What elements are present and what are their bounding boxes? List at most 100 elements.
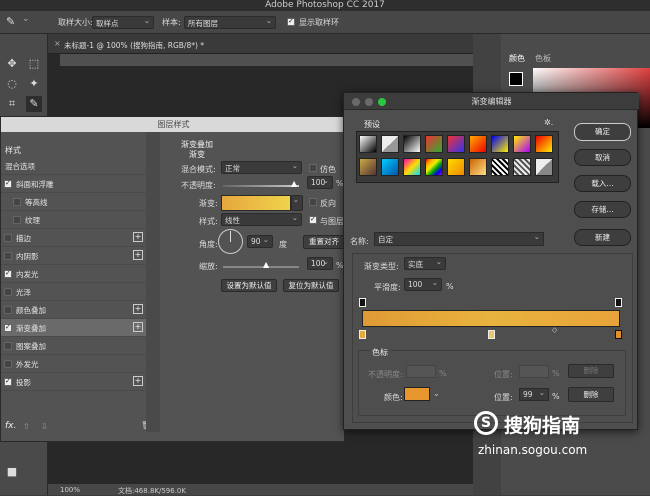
midpoint-diamond[interactable]: ◇ (552, 326, 557, 334)
eyedropper-icon[interactable]: ✎ (6, 15, 15, 28)
save-button[interactable]: 存储... (574, 201, 631, 218)
gradient-preset-swatch[interactable] (469, 158, 487, 176)
fx-button[interactable]: fx. (5, 421, 16, 431)
style-item[interactable]: 投影 + (1, 373, 146, 391)
style-item-checkbox[interactable] (4, 360, 12, 368)
style-item[interactable]: 内发光 (1, 265, 146, 283)
foreground-color-icon[interactable]: ■ (4, 464, 20, 480)
gradient-preset-swatch[interactable] (381, 158, 399, 176)
gradient-preset-swatch[interactable] (447, 135, 465, 153)
color-stop-middle[interactable] (488, 330, 495, 339)
color-stop-right[interactable] (615, 330, 622, 339)
gradient-preset-swatch[interactable] (359, 158, 377, 176)
gradient-preset-swatch[interactable] (359, 135, 377, 153)
gradient-preset-swatch[interactable] (403, 158, 421, 176)
add-style-button[interactable]: + (133, 232, 143, 242)
gradient-preset-swatch[interactable] (447, 158, 465, 176)
document-tab[interactable]: 未标题-1 @ 100% (搜狗指南, RGB/8*) * (64, 40, 204, 51)
style-item-checkbox[interactable] (4, 252, 12, 260)
align-with-layer-checkbox[interactable] (309, 215, 317, 224)
marquee-tool-icon[interactable]: ⬚ (26, 56, 42, 72)
gradient-preset-swatch[interactable] (425, 135, 443, 153)
gradient-preset-swatch[interactable] (469, 135, 487, 153)
reset-default-button[interactable]: 复位为默认值 (283, 279, 339, 292)
eyedropper-tool-icon[interactable]: ✎ (26, 96, 42, 112)
gradient-preset-swatch[interactable] (381, 135, 399, 153)
add-style-button[interactable]: + (133, 322, 143, 332)
style-item-checkbox[interactable] (13, 216, 21, 224)
style-item[interactable]: 图案叠加 (1, 337, 146, 355)
foreground-swatch[interactable] (509, 72, 523, 86)
style-item[interactable]: 渐变叠加 + (1, 319, 146, 337)
stop-color-swatch[interactable] (404, 387, 430, 401)
name-input[interactable]: 自定 (374, 232, 544, 246)
gradient-preset-swatch[interactable] (535, 135, 553, 153)
load-button[interactable]: 载入... (574, 175, 631, 192)
opacity-slider[interactable] (223, 185, 299, 187)
show-ring-checkbox[interactable] (287, 17, 295, 26)
gradient-preset-swatch[interactable] (513, 135, 531, 153)
style-item-checkbox[interactable] (4, 179, 12, 188)
style-item[interactable]: 外发光 (1, 355, 146, 373)
swatches-tab[interactable]: 色板 (535, 53, 551, 64)
blend-mode-select[interactable]: 正常 (221, 161, 302, 174)
window-close-button[interactable] (352, 98, 360, 106)
opacity-slider-handle[interactable]: ▲ (291, 179, 297, 188)
window-minimize-button[interactable] (365, 98, 373, 106)
presets-gear-icon[interactable]: ✲. (544, 118, 553, 127)
style-item[interactable]: 混合选项 (1, 157, 146, 175)
style-item-checkbox[interactable] (4, 234, 12, 242)
style-item[interactable]: 光泽 (1, 283, 146, 301)
add-style-button[interactable]: + (133, 304, 143, 314)
stop-color-chevron-icon[interactable]: ⌄ (433, 389, 440, 398)
color-tab[interactable]: 颜色 (509, 53, 525, 64)
lasso-tool-icon[interactable]: ◌ (4, 76, 20, 92)
angle-input[interactable]: 90 (247, 235, 273, 248)
style-item[interactable]: 等高线 (1, 193, 146, 211)
scale-input[interactable]: 100 (307, 257, 333, 270)
add-style-button[interactable]: + (133, 376, 143, 386)
reverse-checkbox[interactable] (309, 198, 317, 206)
gradient-dropdown[interactable] (291, 195, 303, 211)
style-item[interactable]: 斜面和浮雕 (1, 175, 146, 193)
smoothness-select[interactable]: 100 (404, 278, 442, 291)
set-default-button[interactable]: 设置为默认值 (221, 279, 277, 292)
dither-checkbox[interactable] (309, 164, 317, 172)
style-item-checkbox[interactable] (4, 377, 12, 386)
opacity-stop-left[interactable] (359, 298, 366, 307)
style-item[interactable]: 描边 + (1, 229, 146, 247)
style-item-checkbox[interactable] (13, 198, 21, 206)
scale-slider[interactable] (223, 266, 299, 268)
window-zoom-button[interactable] (378, 98, 386, 106)
move-up-icon[interactable]: ⇧ (23, 422, 30, 431)
color-stop-left[interactable] (359, 330, 366, 339)
style-item-checkbox[interactable] (4, 269, 12, 278)
delete-color-stop-button[interactable]: 删除 (568, 387, 614, 402)
gradient-preset-swatch[interactable] (491, 135, 509, 153)
move-down-icon[interactable]: ⇩ (41, 422, 48, 431)
gradient-preset-swatch[interactable] (425, 158, 443, 176)
cancel-button[interactable]: 取消 (574, 149, 631, 166)
gradient-preset-swatch[interactable] (403, 135, 421, 153)
gradient-bar[interactable] (362, 310, 620, 327)
close-tab-icon[interactable]: × (54, 39, 61, 48)
style-item-checkbox[interactable] (4, 342, 12, 350)
opacity-input[interactable]: 100 (307, 176, 333, 189)
add-style-button[interactable]: + (133, 250, 143, 260)
zoom-level[interactable]: 100% (60, 486, 80, 494)
ok-button[interactable]: 确定 (574, 123, 631, 141)
angle-dial[interactable] (218, 229, 243, 254)
move-tool-icon[interactable]: ✥ (4, 56, 20, 72)
magic-wand-icon[interactable]: ✦ (26, 76, 42, 92)
gradient-type-select[interactable]: 实底 (404, 257, 446, 270)
style-item[interactable]: 纹理 (1, 211, 146, 229)
new-button[interactable]: 新建 (574, 229, 631, 246)
gradient-preview[interactable] (221, 195, 291, 211)
crop-tool-icon[interactable]: ⌗ (4, 96, 20, 112)
style-item-checkbox[interactable] (4, 323, 12, 332)
sample-select[interactable]: 所有图层 (184, 16, 276, 29)
reset-alignment-button[interactable]: 重置对齐 (303, 235, 345, 249)
style-select[interactable]: 线性 (221, 213, 302, 226)
style-item-checkbox[interactable] (4, 288, 12, 296)
color-location-input[interactable]: 99 (519, 388, 549, 401)
